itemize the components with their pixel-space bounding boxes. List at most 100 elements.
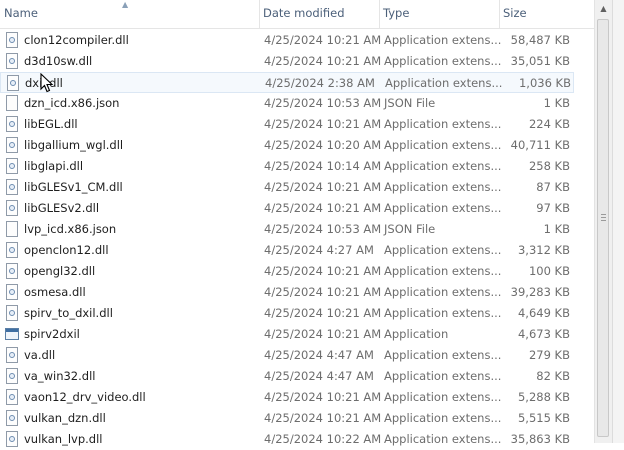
file-type: Application extens... — [384, 369, 502, 383]
file-type: JSON File — [384, 222, 436, 236]
file-date-modified: 4/25/2024 10:21 AM — [264, 117, 382, 131]
column-header-size[interactable]: Size — [499, 0, 594, 28]
file-type: Application extens... — [384, 432, 502, 446]
application-icon — [5, 328, 19, 340]
file-name: spirv2dxil — [24, 327, 80, 341]
mouse-cursor-icon — [40, 73, 54, 93]
file-date-modified: 4/25/2024 10:14 AM — [264, 159, 382, 173]
file-name: lvp_icd.x86.json — [24, 222, 117, 236]
file-date-modified: 4/25/2024 10:21 AM — [264, 201, 382, 215]
file-type: Application extens... — [385, 76, 503, 90]
dll-file-icon — [6, 137, 18, 153]
file-date-modified: 4/25/2024 10:21 AM — [264, 390, 382, 404]
dll-file-icon — [6, 179, 18, 195]
column-header-date-modified[interactable]: Date modified — [259, 0, 379, 28]
file-row[interactable]: opengl32.dll 4/25/2024 10:21 AM Applicatio… — [0, 261, 574, 282]
file-date-modified: 4/25/2024 10:22 AM — [264, 432, 382, 446]
file-name: vaon12_drv_video.dll — [24, 390, 146, 404]
file-name: libgallium_wgl.dll — [24, 138, 124, 152]
dll-file-icon — [6, 200, 18, 216]
file-size: 258 KB — [528, 159, 570, 173]
file-type: Application extens... — [384, 180, 502, 194]
file-name: opengl32.dll — [24, 264, 96, 278]
file-row[interactable]: va.dll 4/25/2024 4:47 AM Application exten… — [0, 345, 574, 366]
file-size: 40,711 KB — [510, 138, 570, 152]
scroll-up-arrow-icon[interactable]: ▲ — [595, 0, 612, 17]
file-type: Application extens... — [384, 348, 502, 362]
column-header-type[interactable]: Type — [379, 0, 499, 28]
dll-file-icon — [6, 263, 18, 279]
file-row[interactable]: va_win32.dll 4/25/2024 4:47 AM Application… — [0, 366, 574, 387]
file-row[interactable]: vulkan_dzn.dll 4/25/2024 10:21 AM Applicat… — [0, 408, 574, 429]
file-type: JSON File — [384, 96, 436, 110]
file-size: 58,487 KB — [510, 33, 570, 47]
file-date-modified: 4/25/2024 10:21 AM — [264, 327, 382, 341]
file-size: 82 KB — [536, 369, 570, 383]
file-type: Application extens... — [384, 306, 502, 320]
dll-file-icon — [6, 431, 18, 447]
file-type: Application extens... — [384, 264, 502, 278]
file-row[interactable]: dxil.dll4/25/2024 2:38 AMApplication ext… — [0, 72, 574, 93]
dll-file-icon — [6, 32, 18, 48]
vertical-scrollbar[interactable]: ▲ — [594, 0, 612, 443]
dll-file-icon — [6, 116, 18, 132]
file-row[interactable]: spirv_to_dxil.dll 4/25/2024 10:21 AM Appli… — [0, 303, 574, 324]
thumb-grip — [601, 214, 606, 215]
file-size: 224 KB — [528, 117, 570, 131]
scrollbar-thumb[interactable] — [597, 19, 609, 437]
file-date-modified: 4/25/2024 10:21 AM — [264, 285, 382, 299]
file-size: 35,863 KB — [510, 432, 570, 446]
file-type: Application extens... — [384, 411, 502, 425]
json-file-icon — [6, 95, 18, 111]
file-size: 39,283 KB — [510, 285, 570, 299]
dll-file-icon — [7, 75, 19, 91]
dll-file-icon — [6, 410, 18, 426]
file-row[interactable]: openclon12.dll 4/25/2024 4:27 AM Applicati… — [0, 240, 574, 261]
file-date-modified: 4/25/2024 4:47 AM — [264, 348, 374, 362]
dll-file-icon — [6, 347, 18, 363]
file-size: 35,051 KB — [510, 54, 570, 68]
file-size: 100 KB — [528, 264, 570, 278]
file-name: osmesa.dll — [24, 285, 86, 299]
file-row[interactable]: libGLESv2.dll 4/25/2024 10:21 AM Applicati… — [0, 198, 574, 219]
file-size: 3,312 KB — [517, 243, 570, 257]
file-row[interactable]: osmesa.dll 4/25/2024 10:21 AM Application … — [0, 282, 574, 303]
file-name: va_win32.dll — [24, 369, 96, 383]
file-row[interactable]: dzn_icd.x86.json 4/25/2024 10:53 AM JSON F… — [0, 93, 574, 114]
file-type: Application extens... — [384, 201, 502, 215]
file-row[interactable]: vaon12_drv_video.dll 4/25/2024 10:21 AM Ap… — [0, 387, 574, 408]
file-name: libglapi.dll — [24, 159, 84, 173]
file-type: Application extens... — [384, 117, 502, 131]
window-edge — [612, 0, 624, 443]
file-name: clon12compiler.dll — [24, 33, 129, 47]
file-type: Application extens... — [384, 33, 502, 47]
file-name: va.dll — [24, 348, 56, 362]
dll-file-icon — [6, 158, 18, 174]
file-size: 4,649 KB — [517, 306, 570, 320]
file-row[interactable]: lvp_icd.x86.json 4/25/2024 10:53 AM JSON F… — [0, 219, 574, 240]
file-date-modified: 4/25/2024 10:21 AM — [264, 411, 382, 425]
file-row[interactable]: libglapi.dll 4/25/2024 10:14 AM Applicatio… — [0, 156, 574, 177]
file-date-modified: 4/25/2024 10:21 AM — [264, 180, 382, 194]
file-name: openclon12.dll — [24, 243, 109, 257]
file-type: Application extens... — [384, 54, 502, 68]
dll-file-icon — [6, 284, 18, 300]
file-row[interactable]: libEGL.dll 4/25/2024 10:21 AM Application … — [0, 114, 574, 135]
file-name: d3d10sw.dll — [24, 54, 93, 68]
file-row[interactable]: libgallium_wgl.dll 4/25/2024 10:20 AM Appl… — [0, 135, 574, 156]
file-size: 279 KB — [528, 348, 570, 362]
file-date-modified: 4/25/2024 10:53 AM — [264, 96, 382, 110]
file-row[interactable]: vulkan_lvp.dll 4/25/2024 10:22 AM Applicat… — [0, 429, 574, 450]
file-row[interactable]: clon12compiler.dll 4/25/2024 10:21 AM Appl… — [0, 30, 574, 51]
file-name: spirv_to_dxil.dll — [24, 306, 113, 320]
thumb-grip — [601, 217, 606, 218]
file-row[interactable]: d3d10sw.dll 4/25/2024 10:21 AM Application… — [0, 51, 574, 72]
file-row[interactable]: spirv2dxil 4/25/2024 10:21 AM Application 4… — [0, 324, 574, 345]
dll-file-icon — [6, 389, 18, 405]
file-size: 5,515 KB — [517, 411, 570, 425]
file-name: libGLESv2.dll — [24, 201, 100, 215]
column-header-name[interactable]: Name — [0, 0, 259, 28]
dll-file-icon — [6, 305, 18, 321]
file-row[interactable]: libGLESv1_CM.dll 4/25/2024 10:21 AM Applic… — [0, 177, 574, 198]
file-size: 1,036 KB — [518, 76, 571, 90]
